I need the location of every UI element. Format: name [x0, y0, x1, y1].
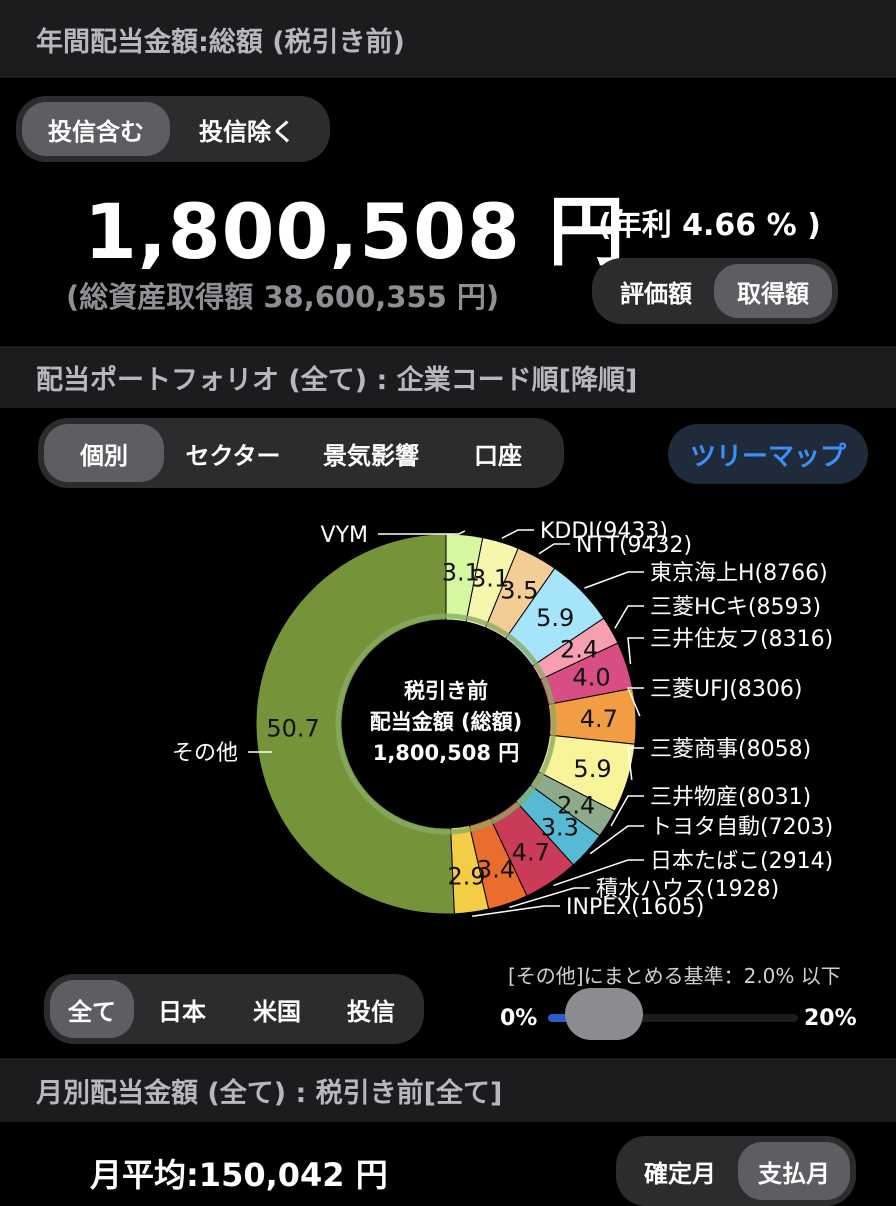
- threshold-slider-knob[interactable]: [565, 988, 643, 1040]
- slice-leader-line: [614, 605, 644, 629]
- payment-month-button[interactable]: 支払月: [738, 1142, 850, 1200]
- center-total-amount: 1,800,508 円: [373, 741, 520, 765]
- slice-category-label: トヨタ自動(7203): [650, 815, 833, 840]
- fund-exclude-button[interactable]: 投信除く: [170, 102, 324, 156]
- slice-category-label: 東京海上H(8766): [650, 561, 828, 586]
- other-threshold-label: [その他]にまとめる基準：2.0% 以下: [508, 964, 841, 988]
- annual-yield: (年利 4.66 % ): [598, 208, 821, 243]
- month-basis-toggle: 確定月 支払月: [616, 1136, 856, 1206]
- monthly-header: 月別配当金額 (全て) : 税引き前[全て]: [0, 1058, 896, 1122]
- slice-category-label: 三菱HCキ(8593): [650, 595, 821, 620]
- annual-dividend-title: 年間配当金額:総額 (税引き前): [36, 26, 405, 58]
- tab-economic-impact[interactable]: 景気影響: [302, 424, 440, 482]
- tab-region-funds[interactable]: 投信: [324, 980, 418, 1038]
- monthly-title: 月別配当金額 (全て) : 税引き前[全て]: [36, 1077, 503, 1109]
- tab-region-all[interactable]: 全て: [50, 980, 134, 1038]
- dividend-portfolio-donut-chart: 3.13.13.55.92.44.04.75.92.43.34.73.42.95…: [172, 519, 833, 920]
- slider-max-label: 20%: [804, 1006, 857, 1031]
- slice-value-label: 3.5: [500, 577, 538, 605]
- slice-category-label: その他: [172, 741, 238, 766]
- cost-basis-button[interactable]: 取得額: [714, 264, 832, 318]
- slice-leader-line: [627, 637, 644, 665]
- portfolio-title: 配当ポートフォリオ (全て) : 企業コード順[降順]: [36, 364, 638, 396]
- center-caption-1: 税引き前: [404, 679, 488, 703]
- slice-value-label: 4.7: [512, 838, 550, 866]
- slice-leader-line: [501, 529, 534, 539]
- slice-value-label: 4.7: [580, 705, 618, 733]
- slice-category-label: 三菱商事(8058): [650, 737, 811, 762]
- slice-value-label: 3.3: [541, 813, 579, 841]
- fund-toggle: 投信含む 投信除く: [16, 96, 330, 162]
- slice-leader-line: [584, 571, 644, 589]
- slider-min-label: 0%: [500, 1006, 538, 1031]
- slice-value-label: 4.0: [572, 664, 610, 692]
- tab-region-japan[interactable]: 日本: [134, 980, 230, 1038]
- view-tabs: 個別 セクター 景気影響 口座: [38, 418, 564, 488]
- record-month-button[interactable]: 確定月: [622, 1142, 738, 1200]
- slice-category-label: INPEX(1605): [566, 895, 704, 920]
- slice-category-label: 三井物産(8031): [650, 785, 811, 810]
- portfolio-header: 配当ポートフォリオ (全て) : 企業コード順[降順]: [0, 346, 896, 408]
- slice-value-label: 50.7: [266, 714, 319, 742]
- treemap-button[interactable]: ツリーマップ: [668, 424, 868, 484]
- tab-region-us[interactable]: 米国: [230, 980, 324, 1038]
- tab-individual[interactable]: 個別: [44, 424, 164, 482]
- slice-category-label: 日本たばこ(2914): [650, 849, 833, 874]
- monthly-average: 月平均:150,042 円: [90, 1156, 388, 1194]
- slice-leader-line: [378, 530, 466, 535]
- total-asset-cost: (総資産取得額 38,600,355 円): [66, 280, 500, 314]
- slice-category-label: 三菱UFJ(8306): [650, 677, 802, 702]
- annual-dividend-amount: 1,800,508 円: [84, 187, 626, 276]
- annual-dividend-header: 年間配当金額:総額 (税引き前): [0, 0, 896, 78]
- slice-category-label: 三井住友フ(8316): [650, 627, 833, 652]
- slice-leader-line: [538, 543, 570, 555]
- tab-account[interactable]: 口座: [440, 424, 556, 482]
- slice-value-label: 5.9: [573, 755, 611, 783]
- region-tabs: 全て 日本 米国 投信: [44, 974, 424, 1044]
- fund-include-button[interactable]: 投信含む: [22, 102, 170, 156]
- valuation-basis-button[interactable]: 評価額: [598, 264, 714, 318]
- tab-sector[interactable]: セクター: [164, 424, 302, 482]
- basis-toggle: 評価額 取得額: [592, 258, 838, 324]
- slice-category-label: NTT(9432): [576, 533, 692, 558]
- slice-value-label: 5.9: [536, 604, 574, 632]
- slice-value-label: 2.9: [448, 863, 486, 891]
- center-caption-2: 配当金額 (総額): [370, 710, 523, 734]
- slice-value-label: 2.4: [560, 636, 598, 664]
- slice-category-label: VYM: [321, 523, 368, 548]
